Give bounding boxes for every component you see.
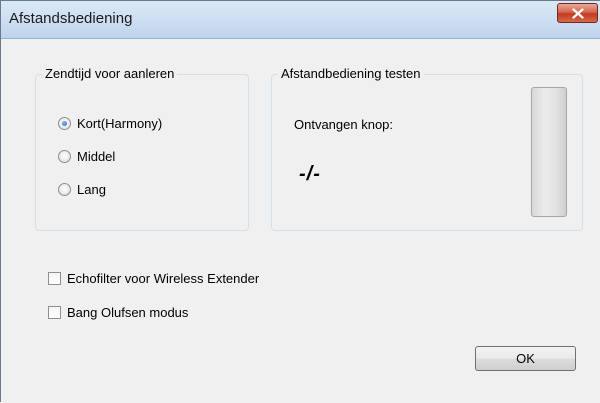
close-icon [571,7,584,19]
radio-button[interactable] [58,150,71,163]
radio-lang[interactable]: Lang [58,182,106,197]
received-button-label: Ontvangen knop: [294,117,394,132]
radio-middel[interactable]: Middel [58,149,115,164]
echofilter-checkbox[interactable] [48,272,61,285]
remote-test-group: Afstandbediening testen Ontvangen knop: … [271,66,583,231]
radio-lang-label: Lang [77,182,106,197]
remote-test-legend: Afstandbediening testen [278,66,424,81]
ok-button[interactable]: OK [475,346,576,371]
echofilter-checkbox-row[interactable]: Echofilter voor Wireless Extender [48,271,259,286]
bang-olufsen-checkbox-row[interactable]: Bang Olufsen modus [48,305,188,320]
received-button-value: -/- [299,163,321,185]
bang-olufsen-checkbox[interactable] [48,306,61,319]
radio-kort[interactable]: Kort(Harmony) [58,116,162,131]
close-button[interactable] [557,3,598,23]
title-bar[interactable]: Afstandsbediening [1,1,600,39]
bang-olufsen-label: Bang Olufsen modus [67,305,189,320]
window-title: Afstandsbediening [9,10,133,27]
radio-kort-label: Kort(Harmony) [77,116,163,131]
radio-button[interactable] [58,183,71,196]
signal-level-meter [531,87,567,217]
radio-middel-label: Middel [77,149,116,164]
send-time-legend: Zendtijd voor aanleren [42,66,178,81]
radio-selected-dot [62,121,67,126]
send-time-group: Zendtijd voor aanleren Kort(Harmony) Mid… [35,66,249,231]
dialog-window: Afstandsbediening Zendtijd voor aanleren… [0,0,600,403]
echofilter-label: Echofilter voor Wireless Extender [67,271,260,286]
radio-button[interactable] [58,117,71,130]
dialog-content: Zendtijd voor aanleren Kort(Harmony) Mid… [2,39,600,403]
